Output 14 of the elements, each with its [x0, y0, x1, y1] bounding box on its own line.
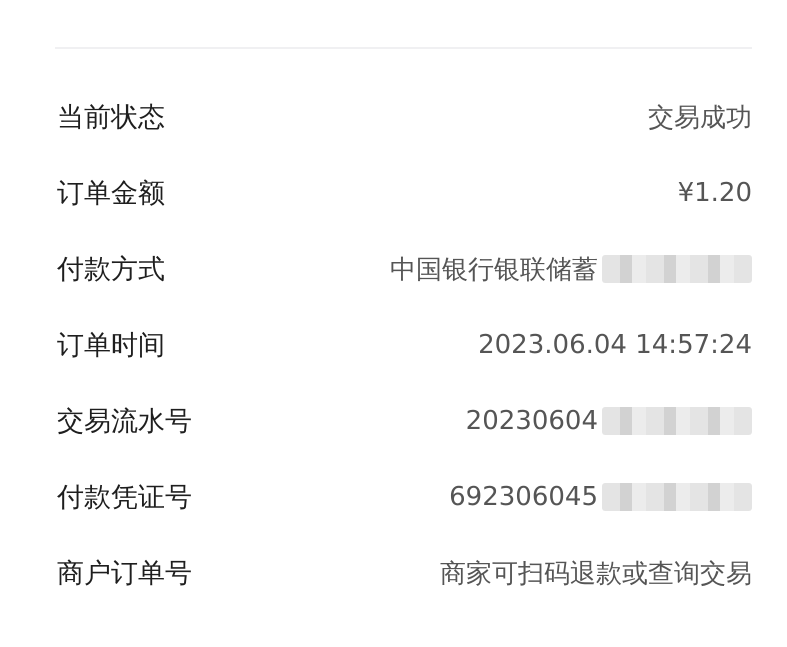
field-value: 20230604 — [466, 406, 598, 436]
field-value: ¥1.20 — [678, 178, 752, 208]
field-value: 中国银行银联储蓄 — [390, 254, 598, 286]
field-value: 692306045 — [449, 482, 598, 512]
field-label: 订单时间 — [57, 329, 165, 363]
field-value: 商家可扫码退款或查询交易 — [440, 558, 752, 590]
field-label: 付款凭证号 — [57, 481, 192, 515]
field-label: 订单金额 — [57, 177, 165, 211]
field-label: 当前状态 — [57, 101, 165, 135]
field-label: 付款方式 — [57, 253, 165, 287]
field-label: 商户订单号 — [57, 557, 192, 591]
field-label: 交易流水号 — [57, 405, 192, 439]
field-value: 交易成功 — [648, 102, 752, 134]
field-value: 2023.06.04 14:57:24 — [478, 330, 752, 360]
